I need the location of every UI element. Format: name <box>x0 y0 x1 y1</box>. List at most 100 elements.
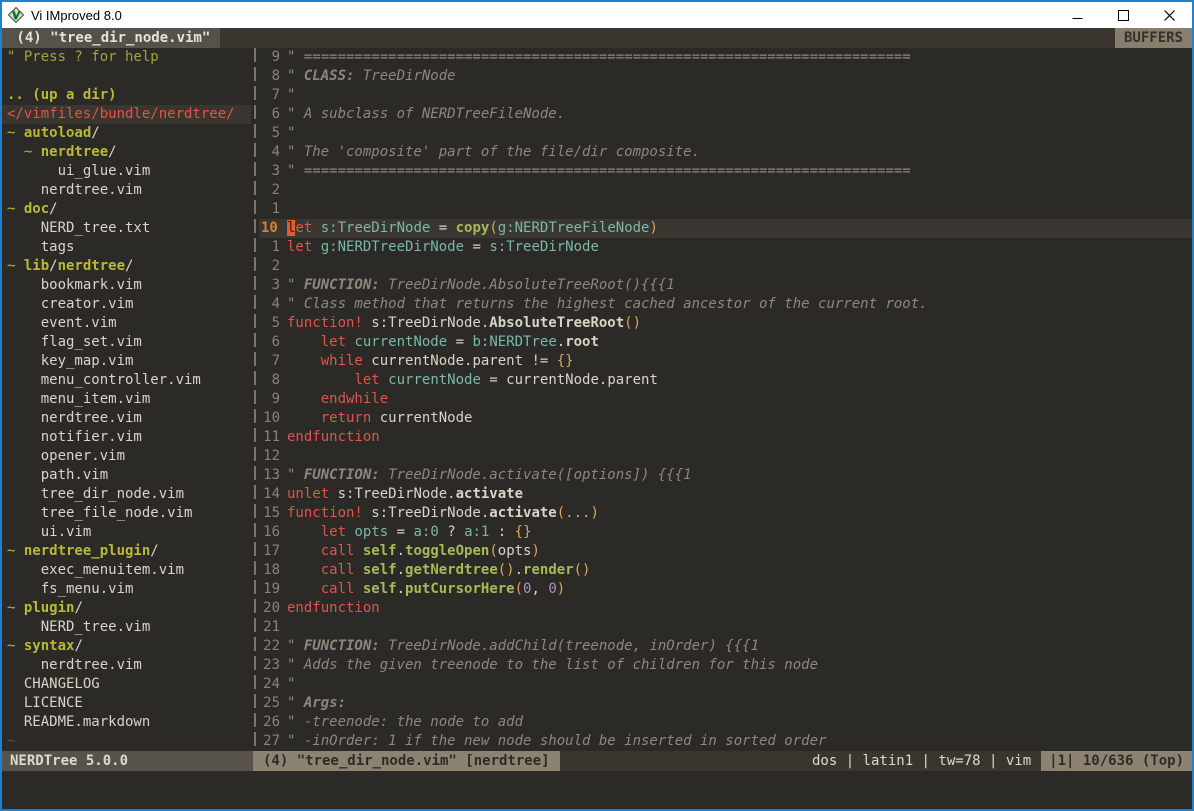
tree-item[interactable]: menu_controller.vim <box>7 371 251 390</box>
code-line-text: " Args: <box>287 694 1192 713</box>
tree-item[interactable]: ~ nerdtree_plugin/ <box>7 542 251 561</box>
code-line[interactable]: 3" =====================================… <box>259 162 1192 181</box>
code-line[interactable]: 7 while currentNode.parent != {} <box>259 352 1192 371</box>
code-line[interactable]: 6" A subclass of NERDTreeFileNode. <box>259 105 1192 124</box>
code-token: = currentNode.parent <box>481 372 658 388</box>
tree-item[interactable]: ~ doc/ <box>7 200 251 219</box>
tree-item[interactable]: ~ lib/nerdtree/ <box>7 257 251 276</box>
code-line[interactable]: 3" FUNCTION: TreeDirNode.AbsoluteTreeRoo… <box>259 276 1192 295</box>
tree-item[interactable]: " Press ? for help <box>7 48 251 67</box>
command-line[interactable] <box>2 771 1192 809</box>
code-token: " The 'composite' part of the file/dir c… <box>287 144 700 160</box>
code-line-text: endfunction <box>287 599 1192 618</box>
tree-item[interactable]: nerdtree.vim <box>7 409 251 428</box>
tree-item[interactable]: ~ plugin/ <box>7 599 251 618</box>
tree-item[interactable]: ~ <box>7 732 251 751</box>
code-line[interactable]: 5" <box>259 124 1192 143</box>
tree-item[interactable]: creator.vim <box>7 295 251 314</box>
file-info-segment: dos | latin1 | tw=78 | vim <box>560 751 1042 771</box>
code-line[interactable]: 12 <box>259 447 1192 466</box>
status-line: NERDTree 5.0.0 (4) "tree_dir_node.vim" [… <box>2 751 1192 771</box>
tree-item[interactable]: NERD_tree.vim <box>7 618 251 637</box>
tree-item[interactable]: NERD_tree.txt <box>7 219 251 238</box>
tree-item[interactable]: path.vim <box>7 466 251 485</box>
tree-item[interactable]: menu_item.vim <box>7 390 251 409</box>
code-token: call <box>321 562 355 578</box>
tree-item[interactable]: tags <box>7 238 251 257</box>
code-line-text: " CLASS: TreeDirNode <box>287 67 1192 86</box>
tree-item[interactable] <box>7 67 251 86</box>
code-line[interactable]: 4" Class method that returns the highest… <box>259 295 1192 314</box>
tree-item[interactable]: flag_set.vim <box>7 333 251 352</box>
tree-item-text: ui_glue.vim <box>7 163 150 179</box>
tree-item[interactable]: ~ nerdtree/ <box>7 143 251 162</box>
code-line[interactable]: 1 <box>259 200 1192 219</box>
code-line[interactable]: 16 let opts = a:0 ? a:1 : {} <box>259 523 1192 542</box>
tree-item[interactable]: LICENCE <box>7 694 251 713</box>
tree-item-text: ~ <box>7 543 24 559</box>
code-line[interactable]: 2 <box>259 257 1192 276</box>
code-line-text: " The 'composite' part of the file/dir c… <box>287 143 1192 162</box>
tree-item[interactable]: tree_dir_node.vim <box>7 485 251 504</box>
window-split-separator[interactable] <box>251 48 259 751</box>
code-line[interactable]: 15function! s:TreeDirNode.activate(...) <box>259 504 1192 523</box>
code-line[interactable]: 2 <box>259 181 1192 200</box>
tree-item[interactable]: exec_menuitem.vim <box>7 561 251 580</box>
tree-item[interactable]: README.markdown <box>7 713 251 732</box>
code-line[interactable]: 19 call self.putCursorHere(0, 0) <box>259 580 1192 599</box>
code-line[interactable]: 1let g:NERDTreeDirNode = s:TreeDirNode <box>259 238 1192 257</box>
code-line[interactable]: 25" Args: <box>259 694 1192 713</box>
code-line[interactable]: 8" CLASS: TreeDirNode <box>259 67 1192 86</box>
tree-item[interactable]: ui_glue.vim <box>7 162 251 181</box>
code-line[interactable]: 23" Adds the given treenode to the list … <box>259 656 1192 675</box>
code-line[interactable]: 8 let currentNode = currentNode.parent <box>259 371 1192 390</box>
title-bar: Vi IMproved 8.0 <box>2 2 1192 28</box>
code-line[interactable]: 14unlet s:TreeDirNode.activate <box>259 485 1192 504</box>
tree-item[interactable]: nerdtree.vim <box>7 656 251 675</box>
code-line[interactable]: 18 call self.getNerdtree().render() <box>259 561 1192 580</box>
tree-item[interactable]: bookmark.vim <box>7 276 251 295</box>
code-token: return <box>321 410 372 426</box>
tab-tree-dir-node[interactable]: (4) "tree_dir_node.vim" <box>2 28 220 48</box>
tree-item[interactable]: fs_menu.vim <box>7 580 251 599</box>
code-line[interactable]: 26" -treenode: the node to add <box>259 713 1192 732</box>
close-button[interactable] <box>1146 2 1192 28</box>
code-token: = <box>430 220 455 236</box>
tree-item[interactable]: tree_file_node.vim <box>7 504 251 523</box>
tree-item[interactable]: ~ syntax/ <box>7 637 251 656</box>
code-line[interactable]: 20endfunction <box>259 599 1192 618</box>
code-line[interactable]: 9 endwhile <box>259 390 1192 409</box>
code-line[interactable]: 9" =====================================… <box>259 48 1192 67</box>
window-title: Vi IMproved 8.0 <box>31 8 1054 23</box>
maximize-button[interactable] <box>1100 2 1146 28</box>
tree-item[interactable]: opener.vim <box>7 447 251 466</box>
code-line[interactable]: 7" <box>259 86 1192 105</box>
code-line[interactable]: 27" -inOrder: 1 if the new node should b… <box>259 732 1192 751</box>
code-line[interactable]: 10 return currentNode <box>259 409 1192 428</box>
tree-item[interactable]: ~ autoload/ <box>7 124 251 143</box>
code-line[interactable]: 5function! s:TreeDirNode.AbsoluteTreeRoo… <box>259 314 1192 333</box>
line-number: 10 <box>259 409 287 428</box>
code-line[interactable]: 13" FUNCTION: TreeDirNode.activate([opti… <box>259 466 1192 485</box>
code-line-current[interactable]: 10let s:TreeDirNode = copy(g:NERDTreeFil… <box>259 219 1192 238</box>
code-token: s:TreeDirNode <box>489 239 599 255</box>
code-line[interactable]: 4" The 'composite' part of the file/dir … <box>259 143 1192 162</box>
tree-item[interactable]: .. (up a dir) <box>7 86 251 105</box>
tree-item[interactable]: CHANGELOG <box>7 675 251 694</box>
code-line[interactable]: 22" FUNCTION: TreeDirNode.addChild(treen… <box>259 637 1192 656</box>
code-line-text: while currentNode.parent != {} <box>287 352 1192 371</box>
tree-item[interactable]: key_map.vim <box>7 352 251 371</box>
code-line[interactable]: 6 let currentNode = b:NERDTree.root <box>259 333 1192 352</box>
tree-item[interactable]: ui.vim <box>7 523 251 542</box>
tree-item[interactable]: notifier.vim <box>7 428 251 447</box>
tree-root-node[interactable]: </vimfiles/bundle/nerdtree/ <box>2 105 251 124</box>
code-line[interactable]: 21 <box>259 618 1192 637</box>
code-line[interactable]: 17 call self.toggleOpen(opts) <box>259 542 1192 561</box>
minimize-button[interactable] <box>1054 2 1100 28</box>
code-line[interactable]: 11endfunction <box>259 428 1192 447</box>
current-file-status-segment: (4) "tree_dir_node.vim" [nerdtree] <box>253 751 560 771</box>
tree-item[interactable]: nerdtree.vim <box>7 181 251 200</box>
line-number: 13 <box>259 466 287 485</box>
code-line[interactable]: 24" <box>259 675 1192 694</box>
tree-item[interactable]: event.vim <box>7 314 251 333</box>
